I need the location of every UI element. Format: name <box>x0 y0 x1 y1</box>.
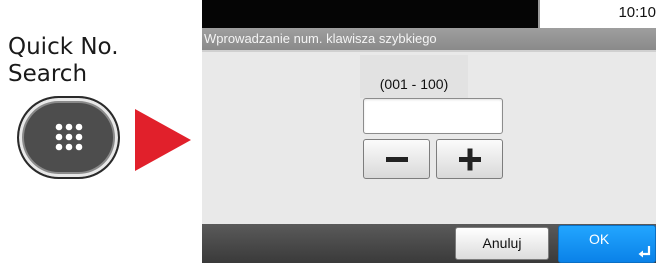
status-divider <box>538 0 540 28</box>
plus-icon <box>459 148 481 171</box>
cancel-button[interactable]: Anuluj <box>455 227 549 260</box>
screen-title: Wprowadzanie num. klawisza szybkiego <box>202 28 656 50</box>
quick-no-search-key[interactable] <box>17 96 120 179</box>
range-label: (001 - 100) <box>360 55 468 98</box>
ok-label: OK <box>589 231 610 247</box>
status-bar: 10:10 <box>202 0 656 28</box>
enter-icon <box>638 246 651 258</box>
minus-icon <box>386 157 408 162</box>
decrement-button[interactable] <box>363 139 430 179</box>
arrow-right-icon <box>135 109 191 171</box>
touch-screen: 10:10 Wprowadzanie num. klawisza szybkie… <box>202 0 656 263</box>
quick-no-search-label: Quick No. Search <box>8 34 119 87</box>
keypad-icon <box>55 123 83 151</box>
quick-number-input[interactable] <box>363 98 503 134</box>
ok-button[interactable]: OK <box>558 225 656 263</box>
increment-button[interactable] <box>436 139 503 179</box>
title-divider <box>202 50 656 52</box>
clock: 10:10 <box>618 4 656 21</box>
status-area <box>202 0 538 28</box>
